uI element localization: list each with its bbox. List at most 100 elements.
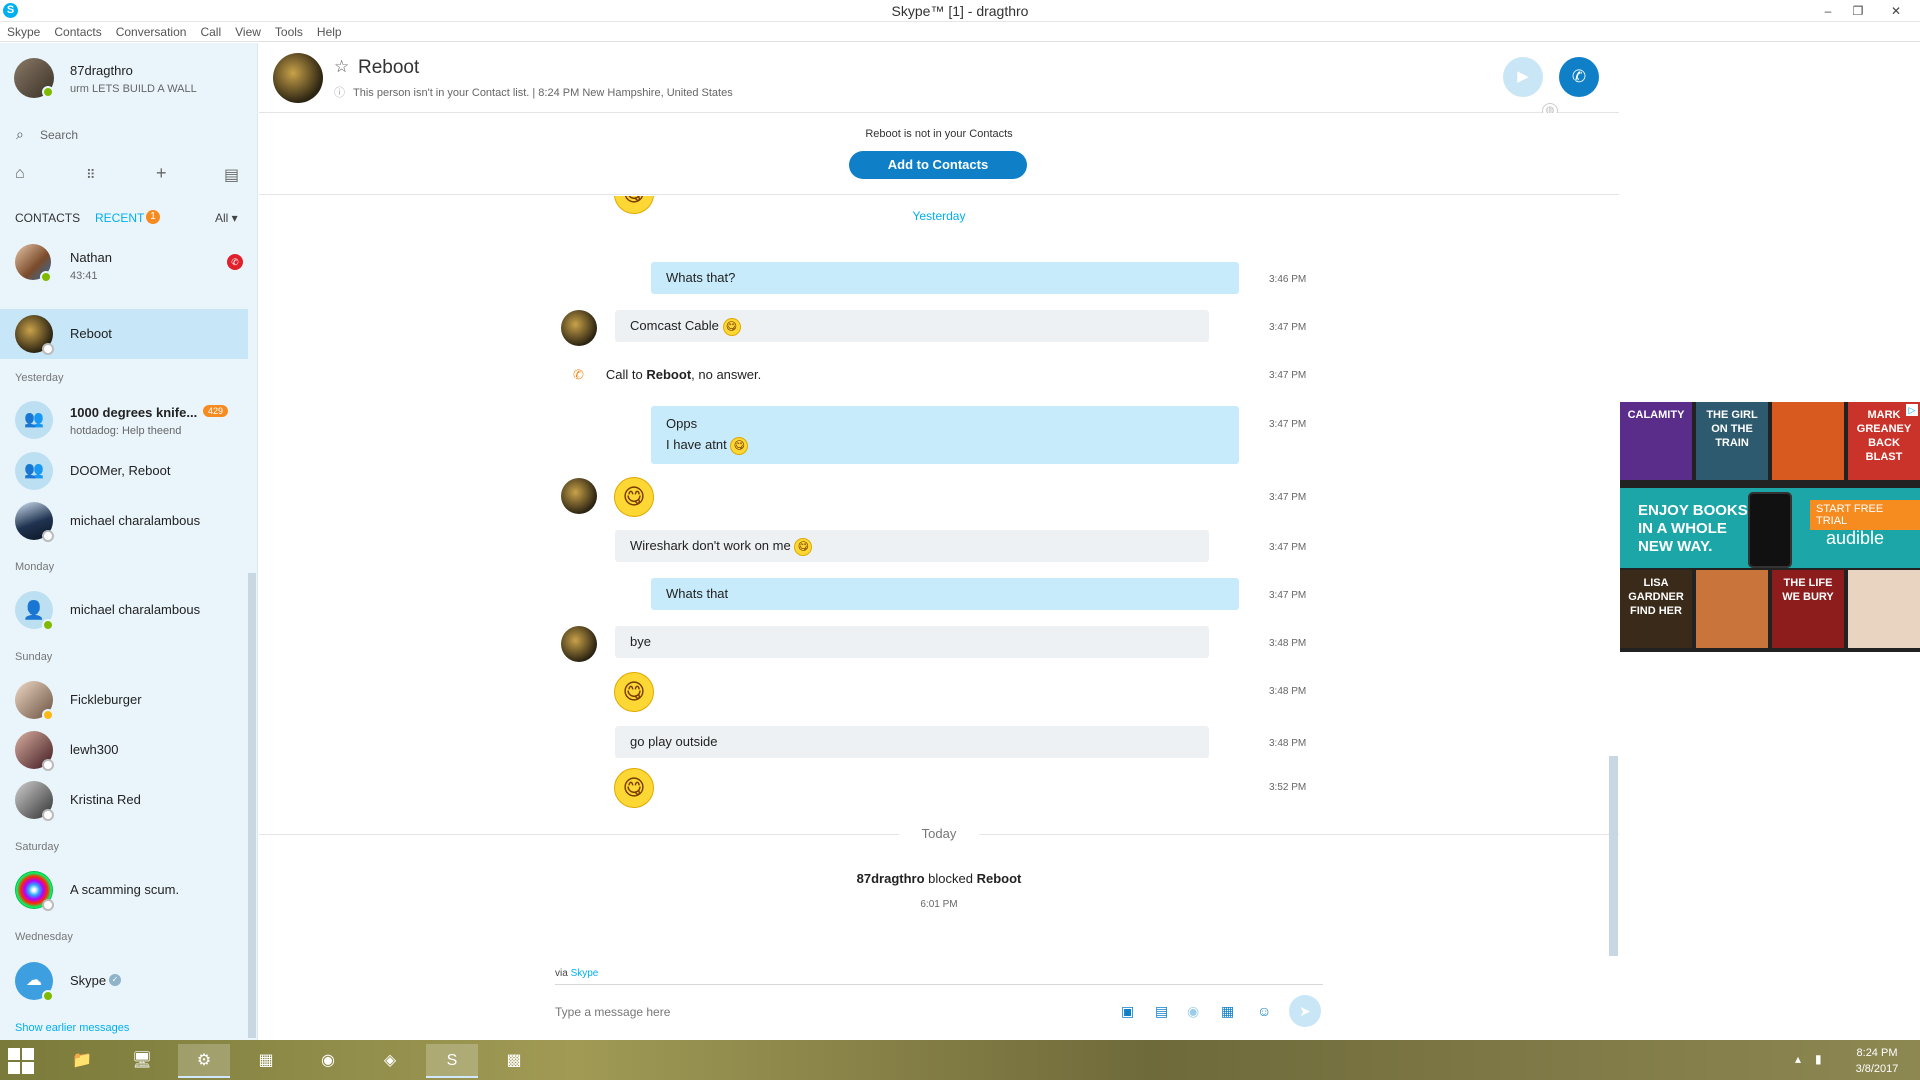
menu-call[interactable]: Call bbox=[193, 22, 228, 39]
day-divider-today: Today bbox=[899, 826, 979, 841]
chrome-icon[interactable]: ◉ bbox=[302, 1044, 354, 1078]
messages-scrollbar[interactable] bbox=[1609, 756, 1618, 956]
menu-view[interactable]: View bbox=[228, 22, 268, 39]
system-clock[interactable]: 8:24 PM 3/8/2017 bbox=[1840, 1045, 1914, 1077]
ad-headline: ENJOY BOOKS IN A WHOLE NEW WAY. bbox=[1638, 502, 1748, 555]
contact-item-fickleburger[interactable]: Fickleburger bbox=[0, 675, 248, 725]
clock-time: 8:24 PM bbox=[1856, 1047, 1898, 1059]
add-contact-banner: Reboot is not in your Contacts Add to Co… bbox=[259, 113, 1619, 195]
profile-header[interactable]: 87dragthro urm LETS BUILD A WALL bbox=[0, 43, 257, 113]
tab-recent[interactable]: RECENT bbox=[95, 211, 144, 225]
message-text: Whats that? bbox=[666, 270, 736, 285]
contact-item-scamming-scum[interactable]: A scamming scum. bbox=[0, 865, 248, 915]
sidebar-toolbar: ⌂ ⠿ + ▤ bbox=[0, 161, 257, 191]
add-to-contacts-button[interactable]: Add to Contacts bbox=[849, 151, 1027, 179]
tray-expand-icon[interactable]: ▴ bbox=[1795, 1052, 1801, 1066]
send-photo-icon[interactable]: ▣ bbox=[1121, 1003, 1134, 1020]
tongue-emoticon-icon[interactable]: 😋 bbox=[614, 477, 654, 517]
blocked-time: 6:01 PM bbox=[920, 899, 958, 910]
contact-tabs: CONTACTS RECENT 1 All ▾ bbox=[0, 207, 257, 229]
search-input[interactable]: Search bbox=[40, 128, 78, 142]
offline-status-icon bbox=[42, 899, 54, 911]
emoticon-icon[interactable]: ☺ bbox=[1257, 1003, 1271, 1019]
contact-item-reboot[interactable]: Reboot bbox=[0, 309, 248, 359]
message-incoming[interactable]: Comcast Cable 😋 bbox=[615, 310, 1209, 342]
sidebar: 87dragthro urm LETS BUILD A WALL ⌕ Searc… bbox=[0, 43, 258, 1040]
menu-conversation[interactable]: Conversation bbox=[109, 22, 194, 39]
contact-item-kristina-red[interactable]: Kristina Red bbox=[0, 775, 248, 825]
call-duration: 43:41 bbox=[70, 270, 98, 282]
contact-avatar[interactable] bbox=[273, 53, 323, 103]
restore-button[interactable]: ❐ bbox=[1844, 1, 1872, 21]
message-incoming[interactable]: bye bbox=[615, 626, 1209, 658]
recent-badge: 1 bbox=[146, 210, 160, 224]
crafting-table-icon[interactable]: ▩ bbox=[488, 1044, 540, 1078]
contact-name: Kristina Red bbox=[70, 792, 141, 807]
send-file-icon[interactable]: ▤ bbox=[1155, 1003, 1168, 1020]
windows-taskbar: 📁 🖥 ⚙ ▦ ◉ ◈ S ▩ ▴ ▮ 8:24 PM 3/8/2017 bbox=[0, 1040, 1920, 1080]
skype-taskbar-icon[interactable]: S bbox=[426, 1044, 478, 1078]
start-button[interactable] bbox=[8, 1048, 34, 1074]
minimize-button[interactable]: – bbox=[1814, 1, 1842, 21]
contact-item-group-doomer[interactable]: 👥 DOOMer, Reboot bbox=[0, 446, 248, 496]
menu-tools[interactable]: Tools bbox=[268, 22, 310, 39]
message-incoming[interactable]: Wireshark don't work on me 😋 bbox=[615, 530, 1209, 562]
contact-name: Fickleburger bbox=[70, 692, 142, 707]
message-history: Yesterday 😋 Whats that? 3:46 PM Comcast … bbox=[259, 196, 1619, 956]
audible-promo[interactable]: ENJOY BOOKS IN A WHOLE NEW WAY. START FR… bbox=[1620, 488, 1920, 568]
contact-item-lewh300[interactable]: lewh300 bbox=[0, 725, 248, 775]
via-skype-link[interactable]: Skype bbox=[571, 968, 599, 979]
sidebar-scrollbar[interactable] bbox=[248, 573, 256, 1038]
pc-icon[interactable]: 🖥 bbox=[116, 1044, 168, 1078]
contact-item-skype[interactable]: ☁ Skype ✓ bbox=[0, 956, 248, 1006]
dialpad-icon[interactable]: ⠿ bbox=[86, 167, 96, 183]
contact-card-icon[interactable]: ▤ bbox=[224, 165, 239, 185]
video-message-icon[interactable]: ◉ bbox=[1187, 1003, 1199, 1020]
book-cover bbox=[1696, 570, 1768, 648]
start-free-trial-button[interactable]: START FREE TRIAL bbox=[1810, 500, 1920, 530]
add-icon[interactable]: + bbox=[156, 163, 167, 184]
message-outgoing[interactable]: Opps I have atnt 😋 bbox=[651, 406, 1239, 464]
menu-skype[interactable]: Skype bbox=[0, 22, 47, 39]
tongue-emoticon-icon[interactable]: 😋 bbox=[614, 672, 654, 712]
file-explorer-icon[interactable]: 📁 bbox=[56, 1044, 108, 1078]
video-call-button[interactable]: ▶ bbox=[1503, 57, 1543, 97]
close-button[interactable]: ✕ bbox=[1882, 1, 1910, 21]
contact-item-group-knife[interactable]: 👥 1000 degrees knife... hotdadog: Help t… bbox=[0, 395, 248, 445]
message-text: bye bbox=[630, 634, 651, 649]
menu-help[interactable]: Help bbox=[310, 22, 349, 39]
message-outgoing[interactable]: Whats that bbox=[651, 578, 1239, 610]
send-contact-icon[interactable]: ▦ bbox=[1221, 1003, 1234, 1020]
network-icon[interactable]: ▮ bbox=[1815, 1052, 1822, 1066]
profile-mood[interactable]: urm LETS BUILD A WALL bbox=[70, 83, 197, 95]
favorite-star-icon[interactable]: ☆ bbox=[334, 57, 349, 77]
tab-contacts[interactable]: CONTACTS bbox=[15, 211, 80, 225]
message-input[interactable]: Type a message here bbox=[555, 1005, 670, 1019]
steam-icon[interactable]: ⚙ bbox=[178, 1044, 230, 1078]
book-cover bbox=[1848, 570, 1920, 648]
ad-choices-icon[interactable]: ▷ bbox=[1906, 404, 1918, 416]
blocked-actor: 87dragthro bbox=[856, 871, 925, 886]
advertisement-banner[interactable]: CALAMITY THE GIRL ON THE TRAIN MARK GREA… bbox=[1620, 402, 1920, 652]
menu-contacts[interactable]: Contacts bbox=[47, 22, 108, 39]
contact-item-nathan[interactable]: Nathan 43:41 ✆ bbox=[0, 240, 248, 290]
filter-dropdown[interactable]: All ▾ bbox=[215, 211, 238, 225]
contact-item-michael-2[interactable]: 👤 michael charalambous bbox=[0, 585, 248, 635]
message-incoming[interactable]: go play outside bbox=[615, 726, 1209, 758]
blocked-target: Reboot bbox=[976, 871, 1022, 886]
message-text: Opps bbox=[666, 416, 698, 431]
clock-date: 3/8/2017 bbox=[1855, 1063, 1899, 1075]
send-button[interactable]: ➤ bbox=[1289, 995, 1321, 1027]
message-time: 3:48 PM bbox=[1269, 738, 1307, 749]
search-box[interactable]: ⌕ Search bbox=[0, 119, 257, 149]
end-call-icon[interactable]: ✆ bbox=[227, 254, 243, 270]
message-outgoing[interactable]: Whats that? bbox=[651, 262, 1239, 294]
contact-item-michael-1[interactable]: michael charalambous bbox=[0, 496, 248, 546]
app-icon[interactable]: ◈ bbox=[364, 1044, 416, 1078]
home-icon[interactable]: ⌂ bbox=[15, 165, 25, 183]
voice-call-button[interactable]: ✆ bbox=[1559, 57, 1599, 97]
call-text-prefix: Call to bbox=[605, 367, 647, 382]
tongue-emoticon-icon[interactable]: 😋 bbox=[614, 768, 654, 808]
show-earlier-messages-link[interactable]: Show earlier messages bbox=[15, 1022, 129, 1034]
minecraft-icon[interactable]: ▦ bbox=[240, 1044, 292, 1078]
